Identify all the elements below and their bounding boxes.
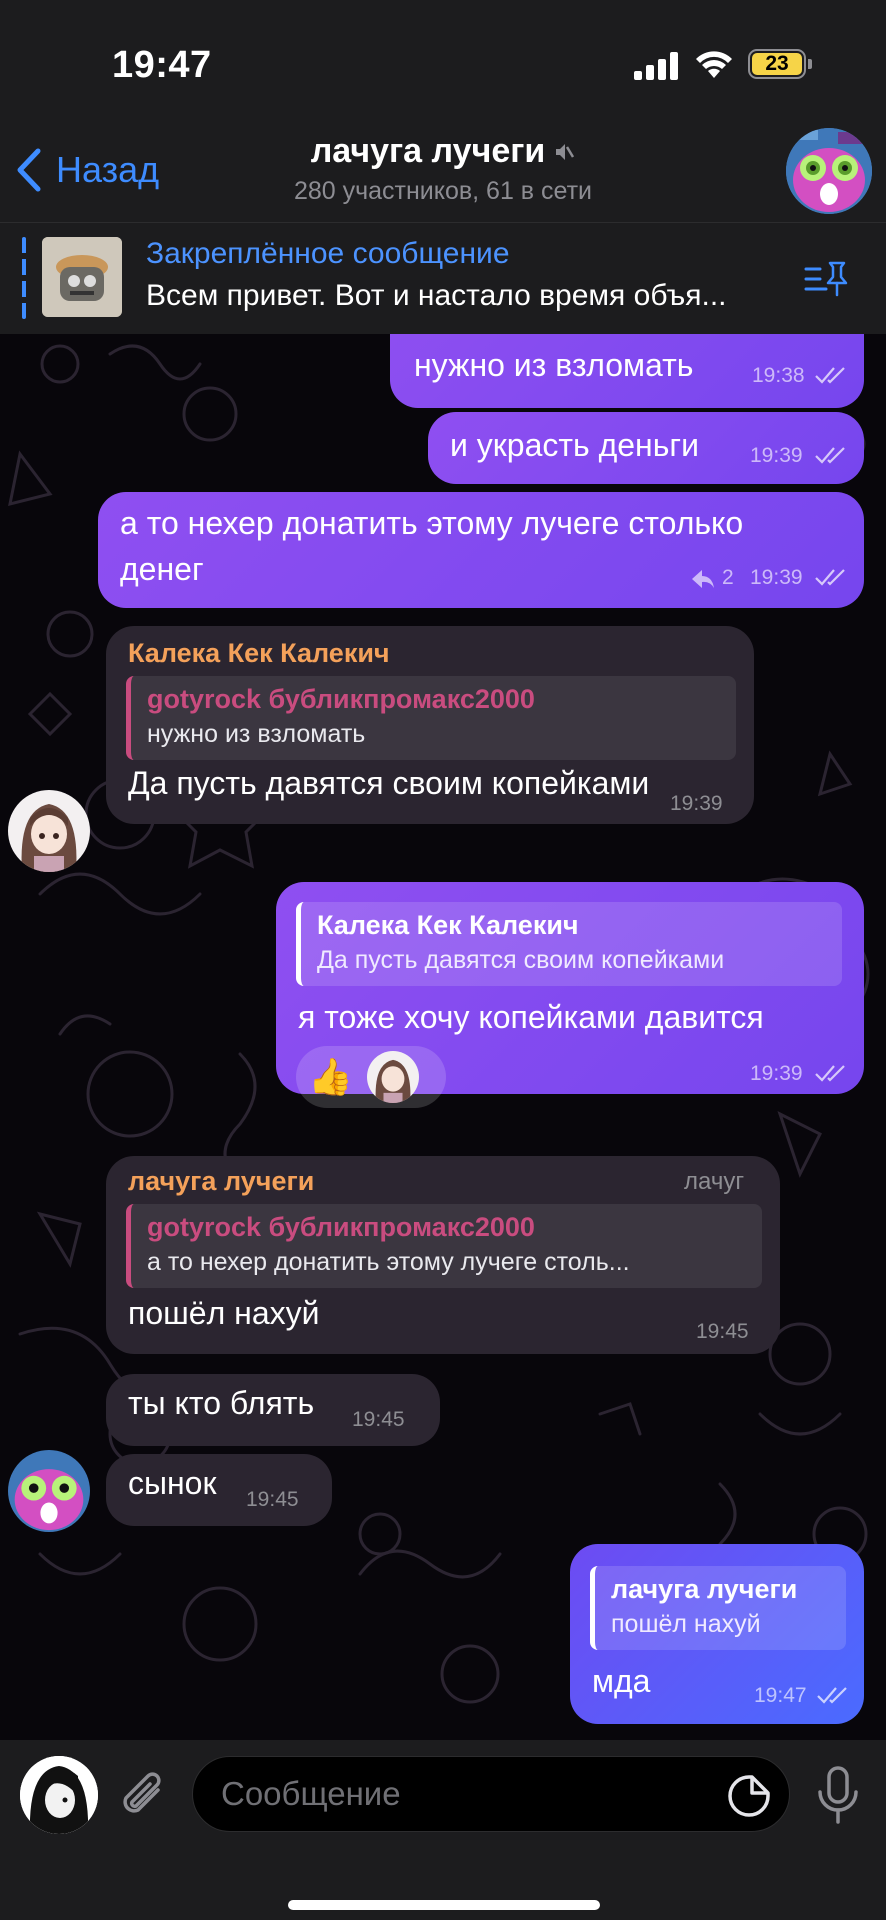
message-time: 19:45 <box>696 1320 749 1343</box>
incoming-message[interactable]: Калека Кек Калекич gotyrock бубликпромак… <box>106 626 754 824</box>
reply-text: Да пусть давятся своим копейками <box>317 946 725 974</box>
message-text-line2: денег <box>120 551 204 587</box>
message-input[interactable] <box>192 1756 790 1832</box>
chat-title-area[interactable]: лачуга лучеги 280 участников, 61 в сети <box>200 132 686 206</box>
back-button[interactable]: Назад <box>16 146 159 194</box>
reply-quote[interactable]: Калека Кек Калекич Да пусть давятся свои… <box>296 902 842 986</box>
pinned-message[interactable]: Закреплённое сообщение Всем привет. Вот … <box>0 222 886 334</box>
pinned-thumbnail <box>42 237 122 317</box>
reply-quote[interactable]: лачуга лучеги пошёл нахуй <box>590 1566 846 1650</box>
message-time: 19:45 <box>352 1408 405 1431</box>
pinned-text: Всем привет. Вот и настало время объя... <box>146 279 727 312</box>
message-text: я тоже хочу копейками давится <box>298 999 764 1035</box>
message-text-line1: а то нехер донатить этому лучеге столько <box>120 505 744 541</box>
reply-count: 2 <box>722 566 734 589</box>
incoming-message[interactable]: ты кто блять 19:45 <box>106 1374 440 1446</box>
message-text: нужно из взломать <box>414 347 694 383</box>
anime-girl-avatar-image <box>8 790 90 872</box>
message-text: и украсть деньги <box>450 427 699 463</box>
chat-header: Назад лачуга лучеги 280 участников, 61 в… <box>0 120 886 222</box>
admin-badge: лачуг <box>684 1168 745 1195</box>
message-input-bar <box>0 1740 886 1920</box>
outgoing-message[interactable]: и украсть деньги 19:39 <box>428 412 864 484</box>
read-checkmarks-icon <box>815 447 845 464</box>
outgoing-message[interactable]: лачуга лучеги пошёл нахуй мда 19:47 <box>570 1544 864 1724</box>
battery-level: 23 <box>752 53 802 75</box>
reply-text: а то нехер донатить этому лучеге столь..… <box>147 1248 630 1276</box>
message-time: 19:45 <box>246 1488 299 1511</box>
reply-text: пошёл нахуй <box>611 1610 761 1638</box>
cellular-signal-icon <box>634 52 680 80</box>
chat-area[interactable]: нужно из взломать 19:38 и украсть деньги… <box>0 334 886 1740</box>
read-checkmarks-icon <box>815 367 845 384</box>
chat-title-row: лачуга лучеги <box>311 132 576 171</box>
chat-title: лачуга лучеги <box>310 132 546 170</box>
outgoing-message[interactable]: нужно из взломать 19:38 <box>390 334 864 408</box>
reply-quote[interactable]: gotyrock бубликпромакс2000 нужно из взло… <box>126 676 736 760</box>
message-time: 19:39 <box>750 444 803 467</box>
reply-arrow-icon[interactable] <box>690 568 716 590</box>
reply-author: лачуга лучеги <box>611 1574 798 1604</box>
sticker-icon[interactable] <box>726 1773 772 1819</box>
message-time: 19:38 <box>752 364 805 387</box>
sender-name[interactable]: Калека Кек Калекич <box>128 638 390 669</box>
thumbs-up-icon: 👍 <box>308 1056 353 1097</box>
chevron-left-icon <box>17 148 41 192</box>
message-time: 19:47 <box>754 1684 807 1707</box>
microphone-icon[interactable] <box>816 1766 860 1826</box>
message-text: сынок <box>128 1465 217 1501</box>
pinned-list-icon[interactable] <box>804 259 852 299</box>
wifi-icon <box>696 51 732 78</box>
reply-author: gotyrock бубликпромакс2000 <box>147 1212 535 1242</box>
read-checkmarks-icon <box>815 569 845 586</box>
message-time: 19:39 <box>750 566 803 589</box>
sender-name[interactable]: лачуга лучеги <box>128 1166 314 1197</box>
incoming-message[interactable]: сынок 19:45 <box>106 1454 332 1526</box>
status-time: 19:47 <box>112 44 212 86</box>
reply-author: Калека Кек Калекич <box>317 910 579 940</box>
paperclip-icon[interactable] <box>118 1768 170 1822</box>
outgoing-message[interactable]: Калека Кек Калекич Да пусть давятся свои… <box>276 882 864 1108</box>
message-text: мда <box>592 1663 651 1699</box>
reaction-chip[interactable]: 👍 <box>296 1046 446 1108</box>
reply-quote[interactable]: gotyrock бубликпромакс2000 а то нехер до… <box>126 1204 762 1288</box>
reply-author: gotyrock бубликпромакс2000 <box>147 684 535 714</box>
message-time: 19:39 <box>670 792 723 815</box>
muted-speaker-icon <box>556 143 575 160</box>
status-bar: 19:47 23 <box>0 0 886 120</box>
back-label: Назад <box>56 149 160 190</box>
message-text: пошёл нахуй <box>128 1295 320 1331</box>
pinned-title: Закреплённое сообщение <box>146 237 510 270</box>
pinned-indicator <box>22 237 26 319</box>
message-time: 19:39 <box>750 1062 803 1085</box>
incoming-message[interactable]: лачуга лучеги лачуг gotyrock бубликпрома… <box>106 1156 780 1354</box>
group-avatar[interactable] <box>786 128 872 214</box>
sender-avatar[interactable] <box>8 1450 90 1532</box>
reply-text: нужно из взломать <box>147 720 366 748</box>
message-text: ты кто блять <box>128 1385 315 1421</box>
battery-icon: 23 <box>748 49 806 79</box>
sender-avatar[interactable] <box>8 790 90 872</box>
read-checkmarks-icon <box>815 1065 845 1082</box>
group-avatar-image <box>8 1450 90 1532</box>
send-as-avatar[interactable] <box>20 1756 98 1834</box>
home-indicator <box>288 1900 600 1910</box>
message-text: Да пусть давятся своим копейками <box>128 765 650 801</box>
reactor-avatar <box>366 1051 419 1103</box>
outgoing-message[interactable]: а то нехер донатить этому лучеге столько… <box>98 492 864 608</box>
battery-tip <box>808 59 812 69</box>
group-avatar-image <box>786 128 872 214</box>
read-checkmarks-icon <box>817 1687 847 1704</box>
chat-subtitle: 280 участников, 61 в сети <box>293 177 593 205</box>
user-avatar-image <box>20 1756 98 1834</box>
